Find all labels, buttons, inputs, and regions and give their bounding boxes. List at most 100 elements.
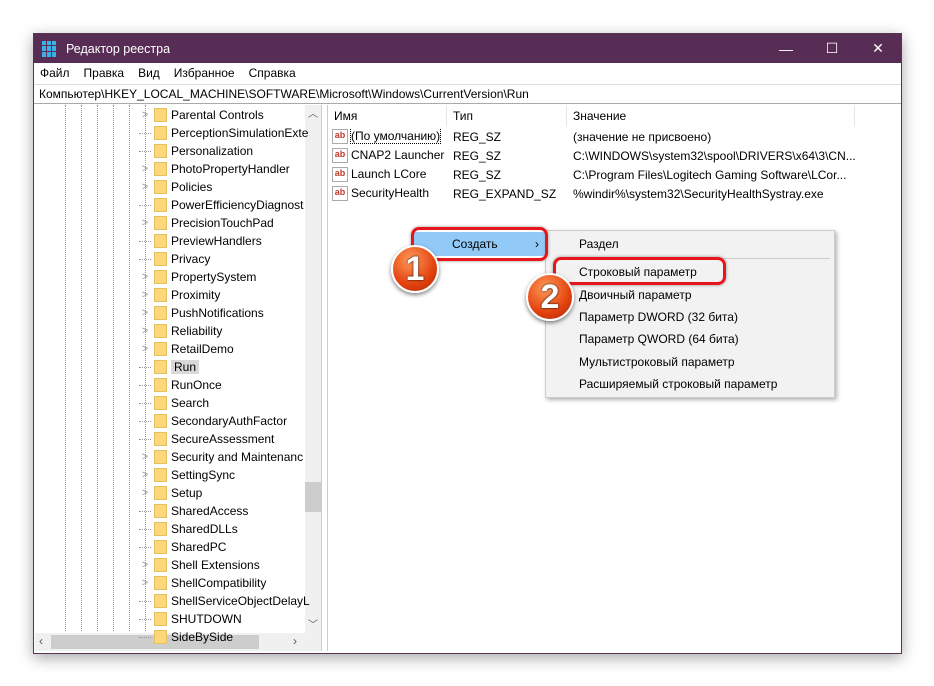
folder-icon <box>154 576 167 590</box>
submenu-expandable-string-value[interactable]: Расширяемый строковый параметр <box>579 373 777 395</box>
folder-icon <box>154 432 167 446</box>
value-row[interactable]: ab Launch LCore REG_SZ C:\Program Files\Log… <box>328 165 901 184</box>
tree-item[interactable]: > SettingSync <box>139 466 235 484</box>
folder-icon <box>154 558 167 572</box>
menu-favorites[interactable]: Избранное <box>174 66 235 80</box>
tree-item-label: Personalization <box>171 144 254 158</box>
value-row[interactable]: ab (По умолчанию) REG_SZ (значение не присв… <box>328 127 901 146</box>
chevron-right-icon[interactable]: > <box>139 343 151 355</box>
submenu-qword-value[interactable]: Параметр QWORD (64 бита) <box>579 328 739 350</box>
menu-file[interactable]: Файл <box>40 66 70 80</box>
value-row[interactable]: ab CNAP2 Launcher REG_SZ C:\WINDOWS\system3… <box>328 146 901 165</box>
tree-item[interactable]: > Shell Extensions <box>139 556 260 574</box>
tree-item[interactable]: SharedDLLs <box>139 520 238 538</box>
tree-item[interactable]: PreviewHandlers <box>139 232 262 250</box>
tree-connector <box>139 258 151 260</box>
chevron-right-icon[interactable]: > <box>139 451 151 463</box>
scroll-right-icon[interactable]: › <box>293 634 297 648</box>
tree-item[interactable]: SideBySide <box>139 628 233 646</box>
column-type[interactable]: Тип <box>447 105 567 127</box>
tree-item[interactable]: > Security and Maintenanc <box>139 448 303 466</box>
tree-item[interactable]: Personalization <box>139 142 253 160</box>
chevron-right-icon[interactable]: > <box>139 181 151 193</box>
tree-item[interactable]: > ShellCompatibility <box>139 574 266 592</box>
submenu-key[interactable]: Раздел <box>579 233 619 255</box>
tree-item[interactable]: > Proximity <box>139 286 220 304</box>
chevron-right-icon[interactable]: > <box>139 271 151 283</box>
tree-item-label: RetailDemo <box>171 342 234 356</box>
folder-icon <box>154 252 167 266</box>
tree-item[interactable]: Run <box>139 358 200 376</box>
value-data: %windir%\system32\SecurityHealthSystray.… <box>573 186 824 201</box>
submenu-multistring-value[interactable]: Мультистроковый параметр <box>579 351 735 373</box>
menu-help[interactable]: Справка <box>249 66 296 80</box>
tree-vertical-scrollbar[interactable]: ︿ ﹀ <box>305 105 321 633</box>
tree-item-label: PowerEfficiencyDiagnost <box>171 198 304 212</box>
tree-item[interactable]: ShellServiceObjectDelayL <box>139 592 310 610</box>
chevron-right-icon[interactable]: > <box>139 559 151 571</box>
tree-item[interactable]: SecondaryAuthFactor <box>139 412 287 430</box>
tree-item[interactable]: > Setup <box>139 484 202 502</box>
menu-edit[interactable]: Правка <box>84 66 125 80</box>
tree-connector <box>139 600 151 602</box>
chevron-right-icon[interactable]: > <box>139 163 151 175</box>
minimize-button[interactable]: — <box>763 34 809 63</box>
create-submenu: Раздел Строковый параметр Двоичный парам… <box>545 230 835 398</box>
submenu-binary-value[interactable]: Двоичный параметр <box>579 284 692 306</box>
tree-item-label: ShellCompatibility <box>171 576 267 590</box>
tree-item-label: PreviewHandlers <box>171 234 262 248</box>
folder-icon <box>154 522 167 536</box>
chevron-right-icon[interactable]: > <box>139 109 151 121</box>
chevron-right-icon[interactable]: > <box>139 469 151 481</box>
chevron-right-icon[interactable]: > <box>139 307 151 319</box>
regedit-icon <box>42 40 58 57</box>
tree-item[interactable]: Search <box>139 394 209 412</box>
submenu-dword-value[interactable]: Параметр DWORD (32 бита) <box>579 306 738 328</box>
tree-connector <box>139 204 151 206</box>
tree-item[interactable]: > PrecisionTouchPad <box>139 214 274 232</box>
value-row[interactable]: ab SecurityHealth REG_EXPAND_SZ %windir%\sy… <box>328 184 901 203</box>
maximize-button[interactable]: ☐ <box>809 34 855 63</box>
tree-item[interactable]: SharedPC <box>139 538 226 556</box>
scroll-thumb[interactable] <box>305 482 321 512</box>
folder-icon <box>154 234 167 248</box>
tree-item[interactable]: > Policies <box>139 178 212 196</box>
tree-item[interactable]: > Reliability <box>139 322 222 340</box>
chevron-right-icon[interactable]: > <box>139 487 151 499</box>
tree-item[interactable]: SHUTDOWN <box>139 610 242 628</box>
folder-icon <box>154 216 167 230</box>
column-name[interactable]: Имя <box>328 105 447 127</box>
scroll-up-icon[interactable]: ︿ <box>305 105 321 120</box>
folder-icon <box>154 270 167 284</box>
tree-connector <box>139 420 151 422</box>
tree-item-label: PropertySystem <box>171 270 257 284</box>
scroll-down-icon[interactable]: ﹀ <box>305 616 321 631</box>
scroll-left-icon[interactable]: ‹ <box>39 634 43 648</box>
chevron-right-icon[interactable]: > <box>139 577 151 589</box>
values-header: Имя Тип Значение <box>328 105 901 127</box>
tree-item[interactable]: > PropertySystem <box>139 268 256 286</box>
chevron-right-icon[interactable]: > <box>139 325 151 337</box>
tree-item[interactable]: SharedAccess <box>139 502 248 520</box>
folder-icon <box>154 450 167 464</box>
tree-item[interactable]: RunOnce <box>139 376 222 394</box>
tree-item[interactable]: PowerEfficiencyDiagnost <box>139 196 304 214</box>
menu-view[interactable]: Вид <box>138 66 160 80</box>
tree-item[interactable]: > Parental Controls <box>139 106 264 124</box>
tree-item[interactable]: SecureAssessment <box>139 430 274 448</box>
string-value-icon: ab <box>332 129 348 145</box>
tree-item[interactable]: > PushNotifications <box>139 304 264 322</box>
tree-item-label: SecureAssessment <box>171 432 275 446</box>
tree-item[interactable]: PerceptionSimulationExte <box>139 124 308 142</box>
tree-item[interactable]: > PhotoPropertyHandler <box>139 160 290 178</box>
column-value[interactable]: Значение <box>567 105 855 127</box>
value-type: REG_EXPAND_SZ <box>453 186 557 201</box>
tree-item[interactable]: Privacy <box>139 250 210 268</box>
address-bar[interactable]: Компьютер\HKEY_LOCAL_MACHINE\SOFTWARE\Mi… <box>34 84 901 104</box>
chevron-right-icon[interactable]: > <box>139 289 151 301</box>
chevron-right-icon[interactable]: > <box>139 217 151 229</box>
tree-item-label: Reliability <box>171 324 223 338</box>
tree-item[interactable]: > RetailDemo <box>139 340 234 358</box>
close-button[interactable]: ✕ <box>855 34 901 63</box>
folder-icon <box>154 306 167 320</box>
